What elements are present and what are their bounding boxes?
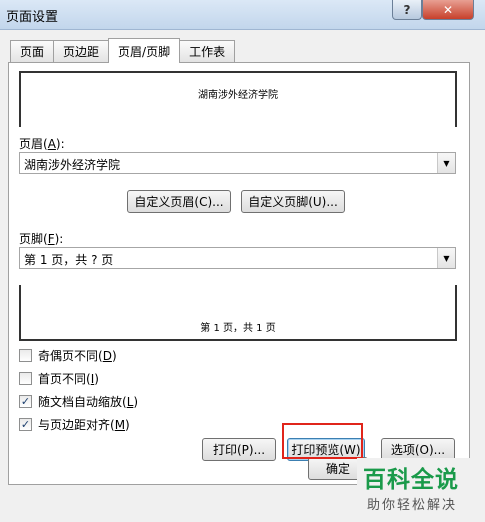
header-preview-text: 湖南涉外经济学院 bbox=[198, 90, 278, 101]
close-button[interactable]: ✕ bbox=[422, 0, 474, 20]
tab-margins[interactable]: 页边距 bbox=[53, 40, 110, 62]
watermark-logo: 百科全说 助你轻松解决 bbox=[357, 458, 485, 522]
footer-select[interactable]: 第 1 页，共 ? 页 ▼ bbox=[19, 247, 456, 269]
checkbox-different-odd-even[interactable]: 奇偶页不同(D) bbox=[19, 347, 117, 364]
title-bar: 页面设置 ? ✕ bbox=[0, 0, 485, 30]
watermark-title: 百科全说 bbox=[363, 467, 459, 493]
checkbox-box[interactable]: ✓ bbox=[19, 418, 32, 431]
tab-page[interactable]: 页面 bbox=[10, 40, 55, 62]
help-button[interactable]: ? bbox=[392, 0, 422, 20]
watermark-subtitle: 助你轻松解决 bbox=[367, 498, 458, 513]
tab-sheet[interactable]: 工作表 bbox=[179, 40, 236, 62]
header-select-value: 湖南涉外经济学院 bbox=[24, 158, 121, 172]
checkbox-box[interactable] bbox=[19, 372, 32, 385]
tab-header-footer[interactable]: 页眉/页脚 bbox=[108, 38, 181, 63]
chevron-down-icon[interactable]: ▼ bbox=[437, 153, 455, 173]
header-preview: 湖南涉外经济学院 bbox=[19, 71, 457, 127]
checkbox-align-with-margins[interactable]: ✓ 与页边距对齐(M) bbox=[19, 416, 130, 433]
tab-strip: 页面 页边距 页眉/页脚 工作表 bbox=[10, 38, 236, 63]
header-select[interactable]: 湖南涉外经济学院 ▼ bbox=[19, 152, 456, 174]
header-footer-panel: 湖南涉外经济学院 页眉(A): 湖南涉外经济学院 ▼ 自定义页眉(C)... 自… bbox=[8, 62, 470, 485]
footer-label: 页脚(F): bbox=[19, 232, 64, 246]
footer-select-value: 第 1 页，共 ? 页 bbox=[24, 253, 114, 267]
header-label: 页眉(A): bbox=[19, 137, 65, 151]
checkbox-different-first-page[interactable]: 首页不同(I) bbox=[19, 370, 99, 387]
footer-preview: 第 1 页，共 1 页 bbox=[19, 285, 457, 341]
checkbox-scale-with-document[interactable]: ✓ 随文档自动缩放(L) bbox=[19, 393, 138, 410]
checkbox-box[interactable]: ✓ bbox=[19, 395, 32, 408]
chevron-down-icon[interactable]: ▼ bbox=[437, 248, 455, 268]
checkbox-box[interactable] bbox=[19, 349, 32, 362]
footer-preview-text: 第 1 页，共 1 页 bbox=[200, 323, 276, 334]
custom-footer-button[interactable]: 自定义页脚(U)... bbox=[241, 190, 345, 213]
print-button[interactable]: 打印(P)... bbox=[202, 438, 276, 461]
window-title: 页面设置 bbox=[6, 10, 59, 25]
dialog-body: 页面 页边距 页眉/页脚 工作表 湖南涉外经济学院 页眉(A): 湖南涉外经济学… bbox=[0, 30, 485, 522]
custom-header-button[interactable]: 自定义页眉(C)... bbox=[127, 190, 231, 213]
